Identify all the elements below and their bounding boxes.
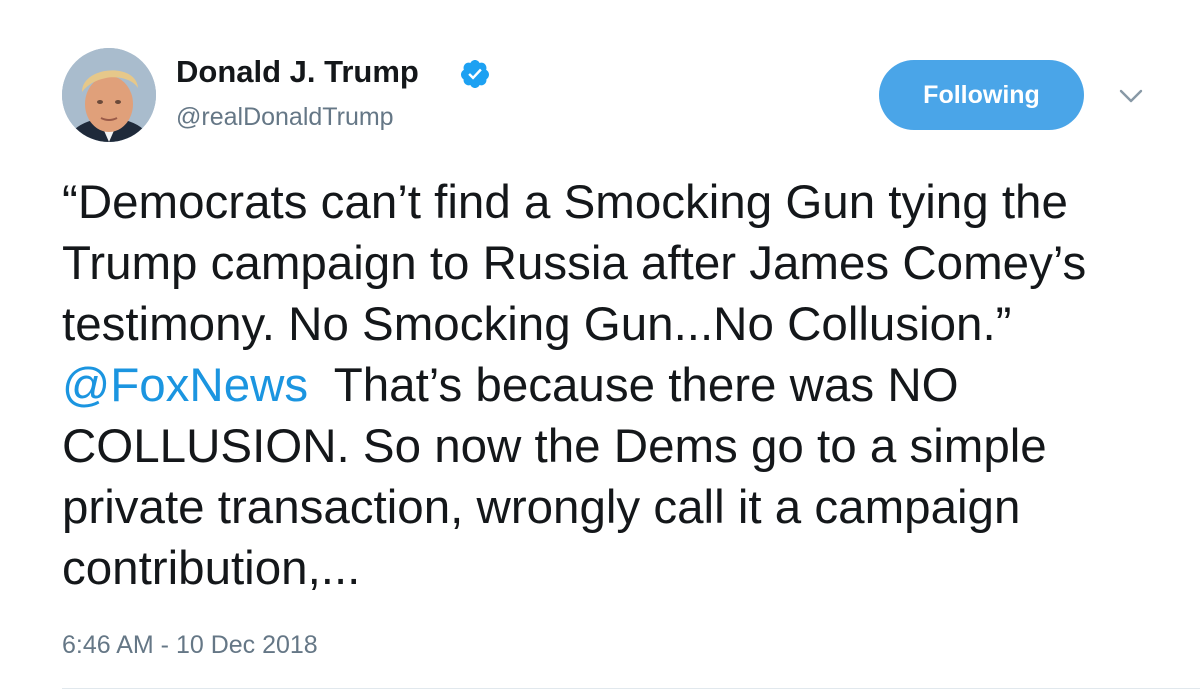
tweet-text: “Democrats can’t find a Smocking Gun tyi… [62,172,1162,599]
mention-link[interactable]: @FoxNews [62,359,308,412]
verified-badge-icon [460,60,489,88]
chevron-down-icon[interactable] [1118,86,1144,106]
divider [62,688,1200,689]
following-button[interactable]: Following [879,60,1084,130]
author-display-name[interactable]: Donald J. Trump [176,54,419,90]
tweet-timestamp[interactable]: 6:46 AM - 10 Dec 2018 [62,631,318,660]
profile-photo [62,48,156,142]
author-handle[interactable]: @realDonaldTrump [176,103,394,132]
avatar[interactable] [62,48,156,142]
tweet-text-part: “Democrats can’t find a Smocking Gun tyi… [62,176,1087,351]
